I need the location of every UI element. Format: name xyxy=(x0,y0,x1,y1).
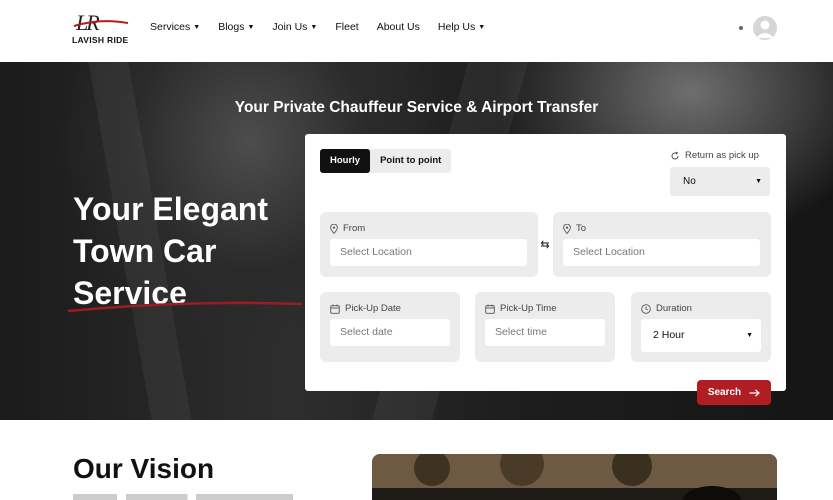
chevron-down-icon: ▼ xyxy=(746,332,753,339)
tab-point-to-point[interactable]: Point to point xyxy=(370,149,451,173)
nav-item-label: Fleet xyxy=(335,21,359,33)
lavish-ride-logo[interactable]: LR LAVISH RIDE xyxy=(72,10,134,46)
nav-item-services[interactable]: Services ▼ xyxy=(150,21,200,33)
chevron-down-icon: ▼ xyxy=(193,23,201,31)
to-label-text: To xyxy=(576,223,587,234)
vision-image xyxy=(372,454,777,500)
chevron-down-icon: ▼ xyxy=(247,23,255,31)
duration-label-text: Duration xyxy=(656,303,692,314)
to-location-input[interactable]: Select Location xyxy=(563,239,760,266)
from-location-input[interactable]: Select Location xyxy=(330,239,527,266)
vision-text-line xyxy=(73,494,293,500)
booking-form: Hourly Point to point Return as pick up … xyxy=(305,134,786,391)
swap-icon[interactable]: ⇆ xyxy=(535,235,555,255)
nav-item-label: Blogs xyxy=(218,21,245,33)
nav-item-label: Join Us xyxy=(272,21,308,33)
to-field-group: To Select Location xyxy=(553,212,771,277)
nav-item-blogs[interactable]: Blogs ▼ xyxy=(218,21,254,33)
nav-item-label: Help Us xyxy=(437,21,476,33)
hero-heading-line: Your Elegant xyxy=(73,191,268,227)
to-label: To xyxy=(563,223,586,234)
vision-photo-scene xyxy=(372,454,777,500)
tab-hourly[interactable]: Hourly xyxy=(320,149,371,173)
nav-item-help-us[interactable]: Help Us ▼ xyxy=(438,21,485,33)
nav-item-label: Services xyxy=(150,21,191,33)
return-as-pickup-label: Return as pick up xyxy=(670,150,759,161)
heading-underline-icon xyxy=(67,301,303,313)
pickup-time-input[interactable]: Select time xyxy=(485,319,605,346)
pickup-time-label-text: Pick-Up Time xyxy=(500,303,557,314)
duration-value: 2 Hour xyxy=(653,329,685,341)
from-field-group: From Select Location xyxy=(320,212,538,277)
duration-group: Duration 2 Hour ▼ xyxy=(631,292,771,362)
logo-text: LAVISH RIDE xyxy=(72,35,129,45)
notification-dot xyxy=(739,26,743,30)
pickup-time-label: Pick-Up Time xyxy=(485,303,556,314)
refresh-icon xyxy=(671,151,679,159)
pickup-date-label: Pick-Up Date xyxy=(330,303,401,314)
nav-item-about-us[interactable]: About Us xyxy=(377,21,420,33)
pickup-date-label-text: Pick-Up Date xyxy=(345,303,401,314)
chevron-down-icon: ▼ xyxy=(310,23,318,31)
duration-label: Duration xyxy=(641,303,692,314)
from-label-text: From xyxy=(343,223,366,234)
nav-item-label: About Us xyxy=(376,21,420,33)
from-label: From xyxy=(330,223,365,234)
vision-description xyxy=(73,494,303,500)
calendar-icon xyxy=(330,304,340,314)
location-pin-icon xyxy=(563,223,571,234)
hero-title: Your Private Chauffeur Service & Airport… xyxy=(234,99,599,116)
logo-swoosh-icon xyxy=(73,20,129,27)
pickup-time-group: Pick-Up Time Select time xyxy=(475,292,615,362)
location-pin-icon xyxy=(330,223,338,234)
user-avatar-icon[interactable] xyxy=(753,16,777,40)
site-header: LR LAVISH RIDE Services ▼ Blogs ▼ Join U… xyxy=(0,0,833,62)
hero-heading: Your Elegant Town Car Service xyxy=(73,188,313,314)
return-as-pickup-select[interactable]: No ▼ xyxy=(670,167,770,196)
booking-tabs: Hourly Point to point xyxy=(320,149,452,173)
return-select-value: No xyxy=(683,176,696,187)
pickup-date-input[interactable]: Select date xyxy=(330,319,450,346)
nav-item-fleet[interactable]: Fleet xyxy=(335,21,358,33)
main-nav: Services ▼ Blogs ▼ Join Us ▼ Fleet About… xyxy=(150,21,503,33)
section-title: Our Vision xyxy=(73,453,215,484)
search-button[interactable]: Search xyxy=(697,380,771,405)
chevron-down-icon: ▼ xyxy=(755,178,762,185)
search-button-label: Search xyxy=(707,387,742,398)
arrow-right-icon xyxy=(749,388,761,397)
duration-select[interactable]: 2 Hour ▼ xyxy=(641,319,761,352)
hero-heading-line: Town Car xyxy=(73,233,217,269)
calendar-icon xyxy=(485,304,495,314)
chevron-down-icon: ▼ xyxy=(478,23,486,31)
return-label-text: Return as pick up xyxy=(685,150,759,161)
pickup-date-group: Pick-Up Date Select date xyxy=(320,292,460,362)
clock-icon xyxy=(641,303,651,314)
nav-item-join-us[interactable]: Join Us ▼ xyxy=(272,21,317,33)
